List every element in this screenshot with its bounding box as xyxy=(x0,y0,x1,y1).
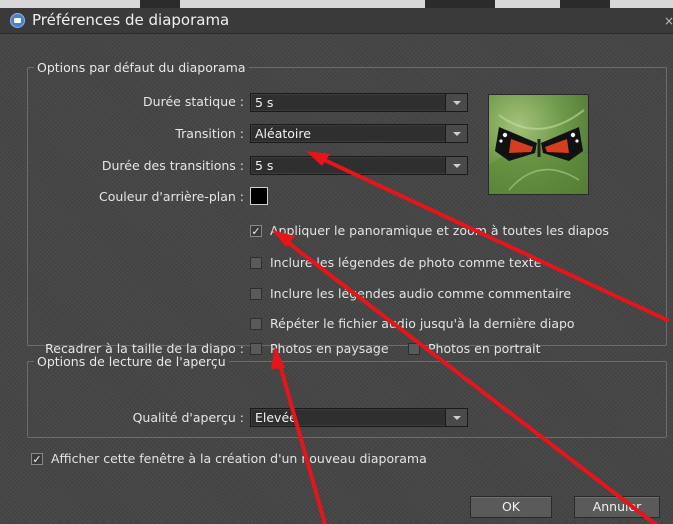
show-on-create-checkbox[interactable]: ✓ xyxy=(31,453,43,465)
repeat-audio-checkbox[interactable] xyxy=(250,318,262,330)
chevron-down-icon[interactable] xyxy=(445,157,467,174)
preview-quality-value: Elevée xyxy=(255,410,297,425)
cancel-button[interactable]: Annuler xyxy=(574,496,660,518)
butterfly-photo-thumbnail xyxy=(488,94,589,195)
show-on-create-label: Afficher cette fenêtre à la création d'u… xyxy=(51,451,427,466)
static-duration-label: Durée statique : xyxy=(143,94,244,109)
transition-label: Transition : xyxy=(175,126,244,141)
transition-duration-value: 5 s xyxy=(255,158,274,173)
preview-options-legend: Options de lecture de l'aperçu xyxy=(37,354,226,369)
transition-duration-select[interactable]: 5 s xyxy=(250,156,468,175)
transition-duration-label: Durée des transitions : xyxy=(101,158,244,173)
preview-quality-label: Qualité d'aperçu : xyxy=(132,410,244,425)
background-color-label: Couleur d'arrière-plan : xyxy=(99,189,244,204)
close-icon[interactable]: × xyxy=(664,14,673,28)
preview-quality-select[interactable]: Elevée xyxy=(250,408,468,427)
default-options-legend: Options par défaut du diaporama xyxy=(37,60,246,75)
dialog-title: Préférences de diaporama xyxy=(32,11,230,29)
audio-captions-checkbox[interactable] xyxy=(250,288,262,300)
repeat-audio-label: Répéter le fichier audio jusqu'à la dern… xyxy=(270,316,575,331)
static-duration-value: 5 s xyxy=(255,95,274,110)
app-icon xyxy=(10,13,25,28)
photo-captions-checkbox[interactable] xyxy=(250,257,262,269)
chevron-down-icon[interactable] xyxy=(445,125,467,142)
static-duration-select[interactable]: 5 s xyxy=(250,93,468,112)
pan-zoom-label: Appliquer le panoramique et zoom à toute… xyxy=(270,223,609,238)
background-color-swatch[interactable] xyxy=(250,187,268,205)
transition-select[interactable]: Aléatoire xyxy=(250,124,468,143)
photo-captions-label: Inclure les légendes de photo comme text… xyxy=(270,255,542,270)
ok-button[interactable]: OK xyxy=(470,496,552,518)
butterfly-photo-icon xyxy=(489,109,588,194)
title-bar: Préférences de diaporama × xyxy=(0,8,673,34)
pan-zoom-checkbox[interactable]: ✓ xyxy=(250,225,262,237)
transition-value: Aléatoire xyxy=(255,126,311,141)
audio-captions-label: Inclure les légendes audio comme comment… xyxy=(270,286,572,301)
slideshow-preferences-dialog: Préférences de diaporama × Options par d… xyxy=(0,8,673,524)
chevron-down-icon[interactable] xyxy=(445,409,467,426)
chevron-down-icon[interactable] xyxy=(445,94,467,111)
